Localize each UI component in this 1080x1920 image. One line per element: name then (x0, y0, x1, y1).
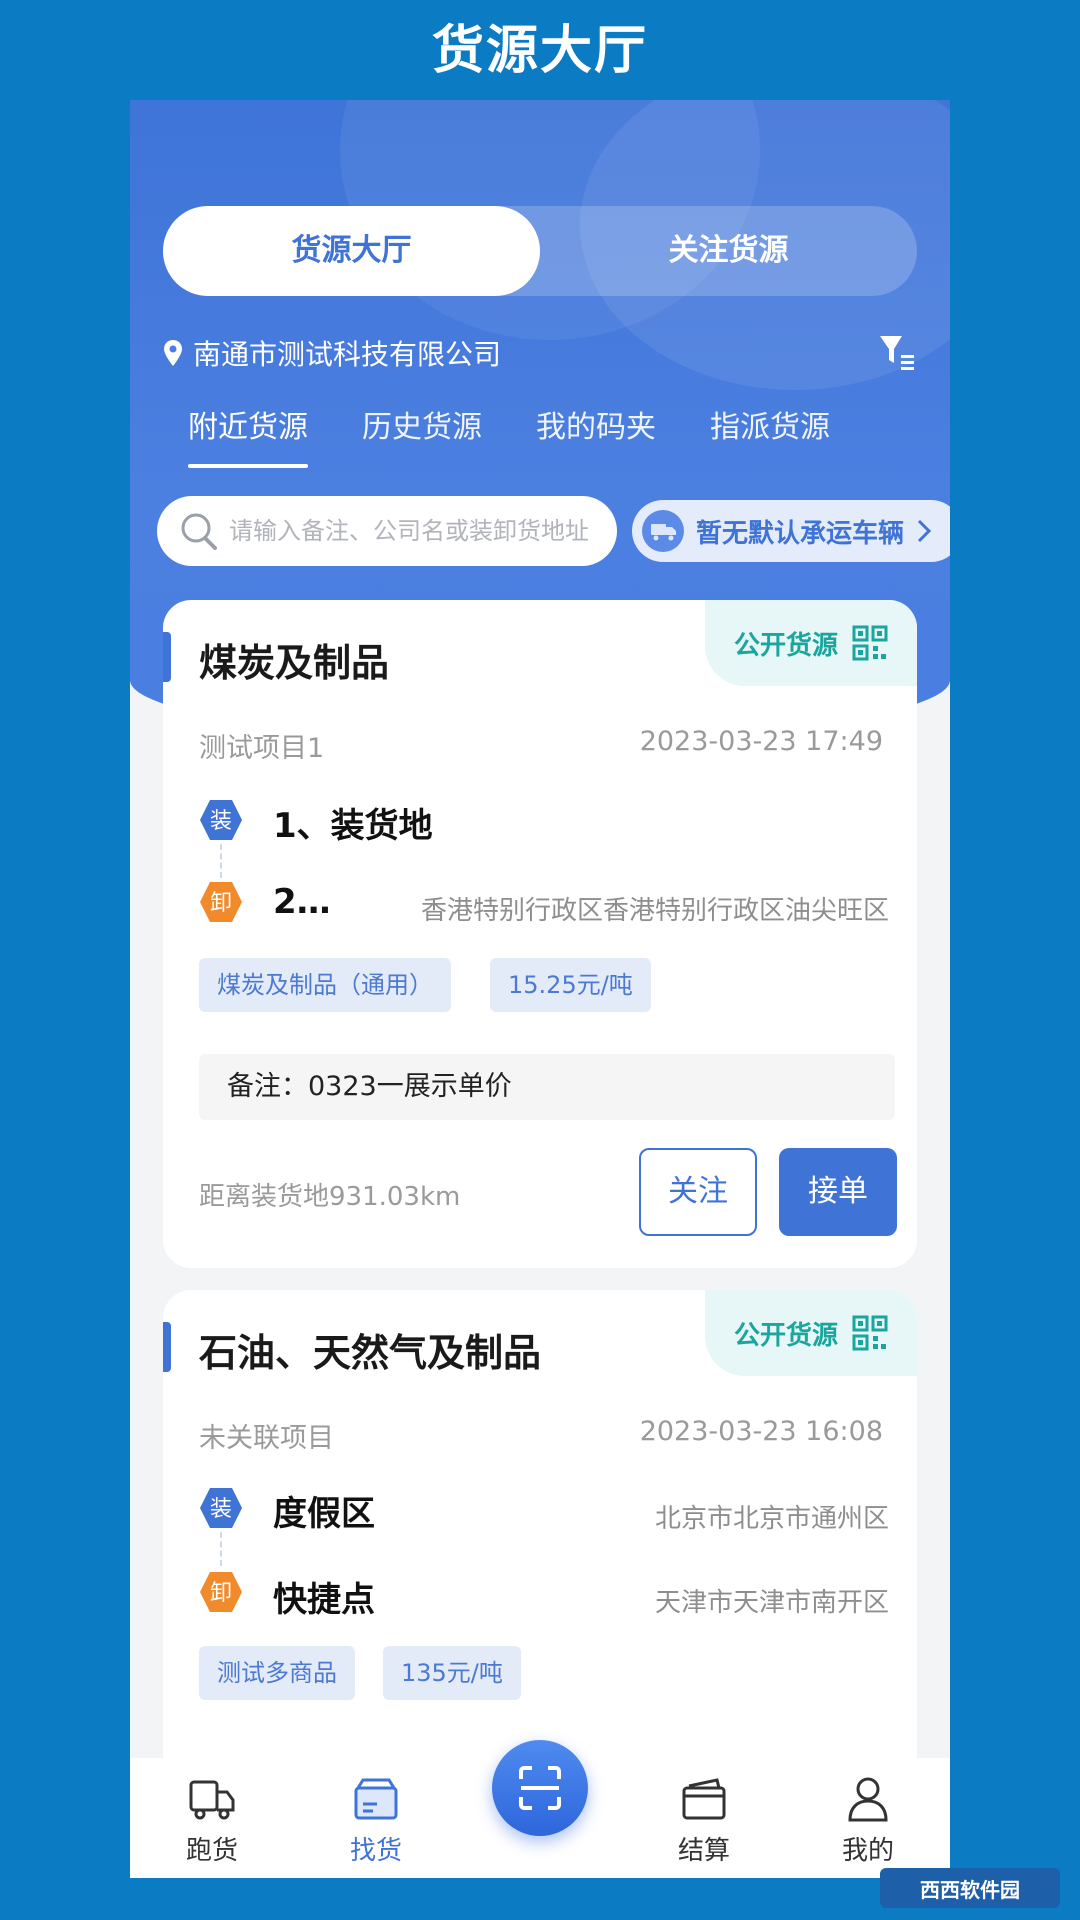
tab-cargo-hall[interactable]: 货源大厅 (163, 206, 540, 296)
route-connector (220, 1532, 222, 1566)
load-place: 度假区 (273, 1494, 375, 1534)
distance: 距离装货地931.03km (199, 1182, 461, 1212)
svg-text:装: 装 (210, 809, 232, 834)
unload-place: 2… (273, 882, 331, 922)
accept-order-button[interactable]: 接单 (779, 1148, 897, 1236)
subtab-nearby[interactable]: 附近货源 (188, 402, 308, 468)
publish-time: 2023-03-23 17:49 (639, 726, 883, 757)
load-place: 1、装货地 (273, 806, 433, 846)
location-pin-icon (164, 340, 182, 366)
company-row: 南通市测试科技有限公司 (163, 328, 917, 378)
tab-followed-cargo[interactable]: 关注货源 (540, 206, 917, 296)
cargo-title: 煤炭及制品 (199, 641, 390, 685)
public-cargo-label: 公开货源 (733, 1320, 838, 1351)
search-box (157, 496, 617, 566)
cargo-type-tag: 测试多商品 (199, 1646, 355, 1700)
publish-time: 2023-03-23 16:08 (639, 1416, 883, 1447)
price-tag: 15.25元/吨 (490, 958, 651, 1012)
user-icon (848, 1777, 888, 1822)
cargo-type-tag: 煤炭及制品（通用） (199, 958, 451, 1012)
wallet-icon (682, 1778, 726, 1820)
qr-code-icon (852, 1315, 888, 1351)
nav-label: 找货 (349, 1836, 402, 1866)
cargo-card[interactable]: 煤炭及制品 公开货源 测试项目1 2023-03-23 17:49 装 卸 1、… (163, 600, 917, 1268)
scan-icon (519, 1766, 561, 1810)
unload-address: 香港特别行政区香港特别行政区油尖旺区 (420, 896, 889, 926)
scan-button[interactable] (492, 1740, 588, 1836)
public-cargo-badge[interactable]: 公开货源 (705, 600, 917, 686)
banner-title: 货源大厅 (431, 21, 648, 81)
load-marker-icon: 装 (200, 1488, 242, 1528)
nav-label: 跑货 (185, 1836, 238, 1866)
subtab-my-folder[interactable]: 我的码夹 (536, 402, 656, 468)
follow-button[interactable]: 关注 (639, 1148, 757, 1236)
unload-marker-icon: 卸 (200, 882, 242, 922)
truck-icon (642, 510, 684, 552)
phone-screen: 货源大厅 关注货源 南通市测试科技有限公司 附近货源 历史货源 我的码夹 指派货… (130, 100, 950, 1878)
remark: 备注：0323一展示单价 (199, 1054, 895, 1120)
unload-marker-icon: 卸 (200, 1572, 242, 1612)
load-address: 北京市北京市通州区 (654, 1504, 889, 1534)
chevron-right-icon (917, 519, 932, 543)
unload-place: 快捷点 (273, 1580, 375, 1620)
nav-label: 我的 (841, 1836, 894, 1866)
unload-address: 天津市天津市南开区 (654, 1588, 889, 1618)
subtabs: 附近货源 历史货源 我的码夹 指派货源 (188, 402, 830, 468)
company-name[interactable]: 南通市测试科技有限公司 (193, 333, 877, 373)
truck-icon (189, 1780, 235, 1820)
segment-control: 货源大厅 关注货源 (163, 206, 917, 296)
svg-text:卸: 卸 (210, 891, 232, 916)
card-accent-bar (163, 632, 171, 682)
subtab-assigned[interactable]: 指派货源 (710, 402, 830, 468)
search-icon (181, 513, 217, 550)
public-cargo-label: 公开货源 (733, 630, 838, 661)
card-accent-bar (163, 1322, 171, 1372)
qr-code-icon (852, 625, 888, 661)
nav-settlement[interactable]: 结算 (622, 1758, 786, 1878)
nav-label: 结算 (677, 1836, 730, 1866)
nav-run-cargo[interactable]: 跑货 (130, 1758, 294, 1878)
cargo-box-icon (354, 1778, 398, 1820)
filter-icon[interactable] (877, 333, 917, 373)
watermark-logo: 西西软件园 (880, 1868, 1060, 1908)
route-connector (220, 844, 222, 878)
price-tag: 135元/吨 (383, 1646, 521, 1700)
default-vehicle-selector[interactable]: 暂无默认承运车辆 (632, 500, 950, 562)
cargo-title: 石油、天然气及制品 (199, 1331, 542, 1375)
project-name: 测试项目1 (199, 733, 325, 764)
nav-profile[interactable]: 我的 (786, 1758, 950, 1878)
search-input[interactable] (229, 517, 609, 545)
project-name: 未关联项目 (199, 1423, 334, 1454)
nav-find-cargo[interactable]: 找货 (294, 1758, 458, 1878)
load-marker-icon: 装 (200, 800, 242, 840)
svg-text:装: 装 (210, 1497, 232, 1522)
default-vehicle-label: 暂无默认承运车辆 (696, 518, 905, 549)
svg-text:卸: 卸 (210, 1581, 232, 1606)
public-cargo-badge[interactable]: 公开货源 (705, 1290, 917, 1376)
subtab-history[interactable]: 历史货源 (362, 402, 482, 468)
